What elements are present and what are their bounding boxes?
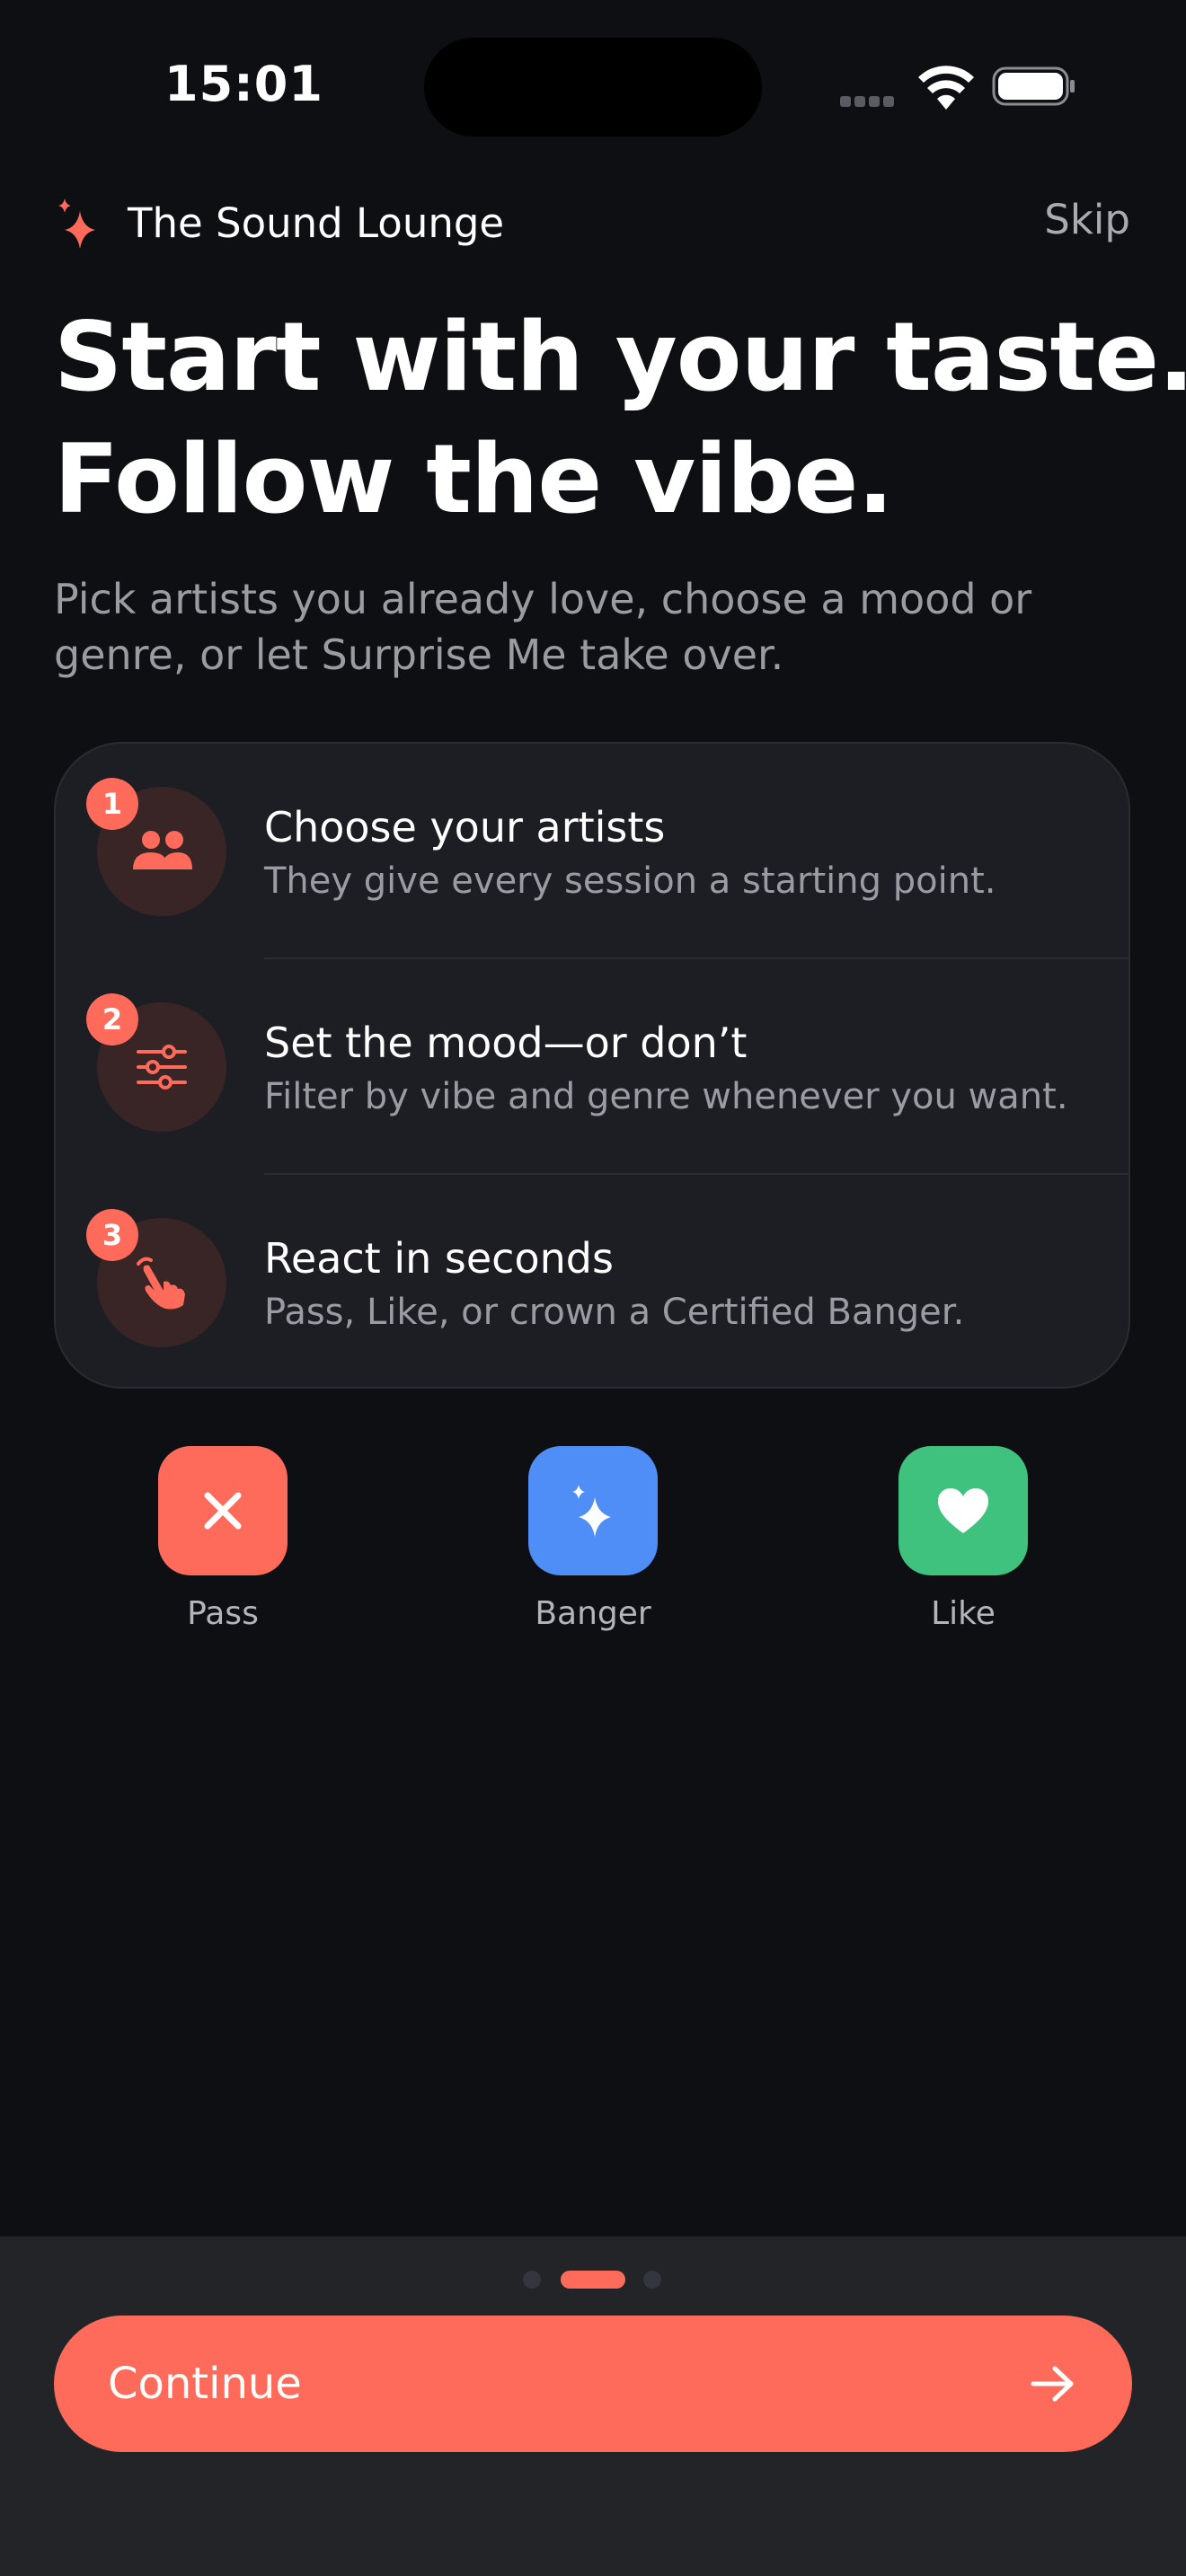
continue-label: Continue [108,2359,302,2409]
step-description: Filter by vibe and genre whenever you wa… [264,1076,1068,1117]
step-number-badge: 1 [86,778,138,830]
pass-label: Pass [187,1595,259,1632]
arrow-right-icon [1031,2366,1074,2402]
page-dot-2-active[interactable] [561,2271,625,2289]
tap-hand-icon [137,1257,185,1310]
page-title: Start with your taste. Follow the vibe. [54,296,1186,541]
bottom-bar: Continue [0,2236,1186,2576]
reaction-legend: Pass Banger Like [0,1446,1186,1644]
sparkle-icon [572,1485,611,1537]
step-number-badge: 3 [86,1209,138,1261]
continue-button[interactable]: Continue [54,2316,1132,2452]
battery-icon [992,66,1075,106]
heart-icon [938,1488,988,1533]
close-icon [204,1492,242,1530]
brand: The Sound Lounge [56,194,504,251]
wifi-icon [918,66,974,110]
step-number-badge: 2 [86,993,138,1045]
step-title: Choose your artists [264,803,666,851]
page-indicator [0,2263,1186,2290]
app-name: The Sound Lounge [128,198,505,247]
like-button[interactable] [898,1446,1028,1575]
like-label: Like [931,1595,996,1632]
pass-legend: Pass [133,1446,313,1632]
like-legend: Like [873,1446,1053,1632]
steps-card: 1 Choose your artists They give every se… [54,742,1130,1389]
status-bar: 15:01 [0,0,1186,180]
page-dot-1[interactable] [523,2271,541,2289]
step-description: Pass, Like, or crown a Certified Banger. [264,1292,965,1333]
dynamic-island [424,38,762,137]
step-set-mood: 2 Set the mood—or don’t Filter by vibe a… [56,959,1128,1175]
people-icon [133,831,192,869]
skip-button[interactable]: Skip [1044,196,1130,243]
page-dot-3[interactable] [643,2271,661,2289]
page-subtitle: Pick artists you already love, choose a … [54,575,1032,679]
cellular-signal-icon [840,93,901,107]
status-time: 15:01 [164,56,323,112]
headline-line-1: Start with your taste. [54,302,1186,412]
pass-button[interactable] [158,1446,288,1575]
banger-label: Banger [535,1595,651,1632]
banger-legend: Banger [503,1446,683,1632]
step-description: They give every session a starting point… [264,860,996,902]
headline-line-2: Follow the vibe. [54,424,894,534]
sparkle-logo-icon [58,198,95,249]
step-title: React in seconds [264,1234,614,1283]
step-react: 3 React in seconds Pass, Like, or crown … [56,1175,1128,1390]
step-choose-artists: 1 Choose your artists They give every se… [56,744,1128,959]
banger-button[interactable] [528,1446,658,1575]
step-title: Set the mood—or don’t [264,1019,748,1067]
sliders-icon [137,1045,187,1090]
